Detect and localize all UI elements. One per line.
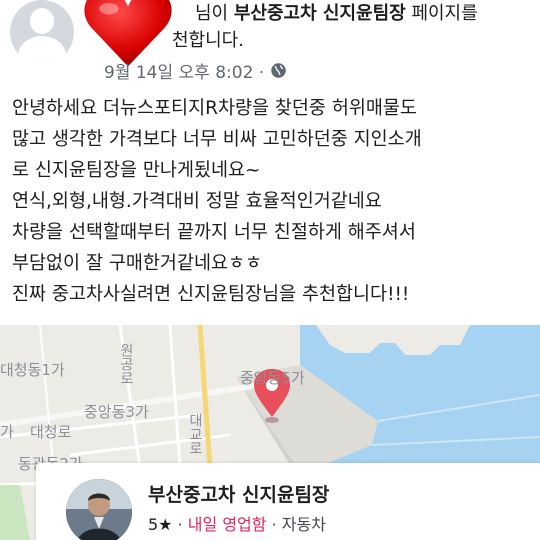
map-label: 대청동1가: [0, 361, 65, 379]
header-page-link[interactable]: 부산중고차 신지윤팀장: [234, 3, 406, 24]
post-body-line: 많고 생각한 가격보다 너무 비싸 고민하던중 지인소개: [12, 129, 422, 150]
post-body-line: 로 신지윤팀장을 만나게됬네요~: [12, 160, 261, 181]
post-timestamp[interactable]: 9월 14일 오후 8:02 ·: [104, 58, 264, 83]
page-profile-photo[interactable]: [66, 479, 132, 540]
page-category: 자동차: [281, 515, 326, 534]
page-meta: 5★ · 내일 영업함 · 자동차: [148, 511, 326, 535]
post-header-line: 님이 부산중고차 신지윤팀장 페이지를: [195, 2, 478, 26]
avatar-shoulders: [18, 36, 66, 64]
post-body-line: 안녕하세요 더뉴스포티지R차량을 찾던중 허위매물도: [12, 98, 417, 119]
globe-icon: [271, 63, 286, 78]
post-header: 님이 부산중고차 신지윤팀장 페이지를 천합니다. 9월 14일 오후 8:02…: [0, 0, 540, 90]
map-label: 대청로: [30, 423, 72, 441]
post-header-line2: 천합니다.: [172, 30, 244, 51]
post-body-line: 진짜 중고차사실려면 신지윤팀장님을 추천합니다!!!: [12, 284, 410, 305]
header-suffix: 페이지를: [405, 3, 478, 24]
page-name[interactable]: 부산중고차 신지윤팀장: [148, 480, 329, 507]
map-label: 가: [0, 423, 14, 441]
page-status: 내일 영업함: [187, 515, 267, 534]
post-body: 안녕하세요 더뉴스포티지R차량을 찾던중 허위매물도 많고 생각한 가격보다 너…: [12, 93, 532, 310]
map-label: 중앙동5가: [240, 369, 305, 387]
map-label: 대교로: [187, 413, 203, 455]
separator: ·: [266, 515, 282, 534]
post-body-line: 부담없이 잘 구매한거같네요ㅎㅎ: [12, 253, 263, 274]
header-prefix: 님이: [195, 3, 234, 24]
separator: ·: [172, 515, 188, 534]
post-body-line: 연식,외형,내형.가격대비 정말 효율적인거같네요: [12, 191, 382, 212]
post-meta: 9월 14일 오후 8:02 ·: [104, 58, 287, 83]
map-label: 중앙동3가: [84, 403, 149, 421]
avatar[interactable]: [10, 0, 74, 64]
map-label: 원공로: [118, 343, 134, 385]
page-rating: 5★: [148, 515, 173, 534]
post-body-line: 차량을 선택할때부터 끝까지 너무 친절하게 해주셔서: [12, 222, 416, 243]
avatar-head: [30, 8, 54, 34]
page-photo-image: [66, 479, 132, 540]
page-card[interactable]: 부산중고차 신지윤팀장 5★ · 내일 영업함 · 자동차: [36, 463, 540, 540]
